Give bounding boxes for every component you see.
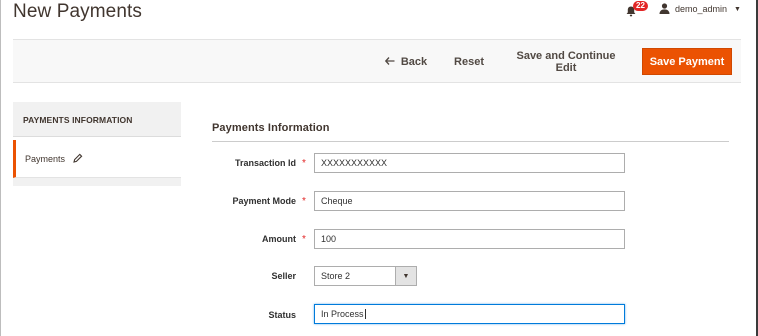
seller-select[interactable]: Store 2 ▼	[314, 266, 417, 286]
page-title: New Payments	[13, 1, 142, 22]
pencil-icon	[73, 153, 83, 165]
payment-mode-input[interactable]: Cheque	[314, 191, 625, 211]
back-button-label: Back	[400, 55, 428, 68]
back-button[interactable]: Back	[383, 48, 429, 75]
status-label: Status	[268, 310, 296, 320]
caret-down-icon: ▼	[734, 5, 741, 13]
transaction-id-value: XXXXXXXXXXX	[321, 158, 388, 168]
sidebar-heading: PAYMENTS INFORMATION	[13, 102, 181, 137]
seller-label: Seller	[271, 271, 296, 281]
frame-left-border	[0, 0, 1, 336]
payment-mode-value: Cheque	[321, 196, 353, 206]
amount-value: 100	[321, 234, 337, 244]
sidebar-item-payments[interactable]: Payments	[13, 140, 181, 178]
back-arrow-icon	[384, 56, 395, 68]
payment-mode-label: Payment Mode	[232, 196, 296, 206]
text-cursor	[364, 309, 366, 319]
user-name: demo_admin	[675, 4, 728, 14]
required-marker: *	[302, 158, 306, 169]
save-and-continue-button[interactable]: Save and Continue Edit	[506, 48, 626, 75]
reset-button[interactable]: Reset	[451, 48, 487, 75]
user-icon	[659, 2, 670, 16]
section-divider	[212, 141, 729, 142]
seller-value: Store 2	[321, 271, 351, 281]
section-title: Payments Information	[212, 122, 330, 134]
sidebar: PAYMENTS INFORMATION Payments	[13, 102, 181, 186]
required-marker: *	[302, 196, 306, 207]
notification-count-badge: 22	[633, 1, 648, 11]
transaction-id-label: Transaction Id	[234, 158, 296, 168]
notifications-button[interactable]: 22	[624, 1, 648, 17]
status-input[interactable]: In Process	[314, 304, 625, 324]
sidebar-footer-strip	[13, 178, 181, 186]
status-value: In Process	[321, 309, 364, 319]
sidebar-item-label: Payments	[25, 153, 66, 164]
required-marker: *	[302, 234, 306, 245]
save-payment-button[interactable]: Save Payment	[642, 48, 732, 75]
chevron-down-icon: ▼	[395, 267, 416, 285]
transaction-id-input[interactable]: XXXXXXXXXXX	[314, 153, 625, 173]
amount-label: Amount	[262, 234, 296, 244]
user-menu[interactable]: demo_admin ▼	[659, 2, 741, 16]
amount-input[interactable]: 100	[314, 229, 625, 249]
page-actions-bar: Back Reset Save and Continue Edit Save P…	[13, 39, 741, 83]
